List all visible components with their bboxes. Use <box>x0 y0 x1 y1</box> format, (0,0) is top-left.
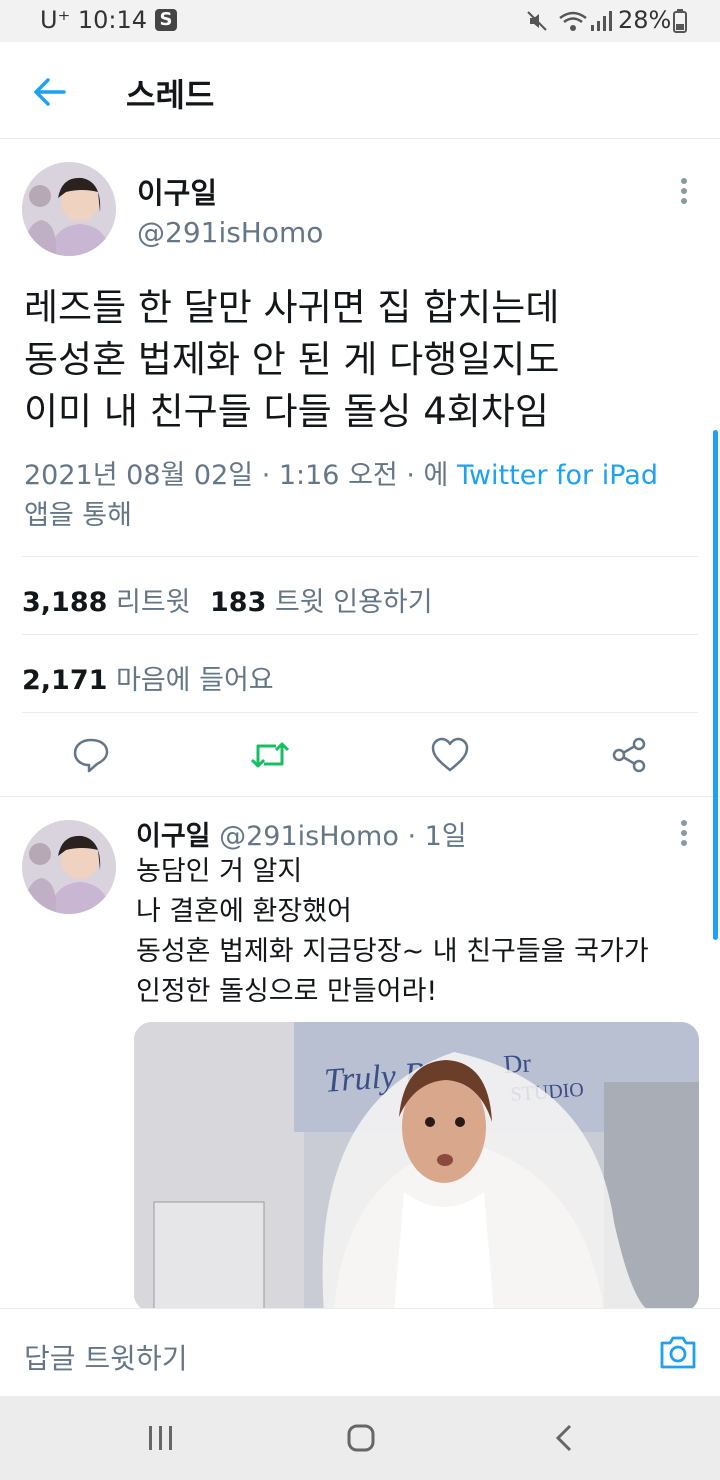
retweet-label: 리트윗 <box>116 587 191 618</box>
tweet-meta: 2021년 08월 02일 · 1:16 오전 · 에 Twitter for … <box>24 456 694 536</box>
reply-input-placeholder[interactable]: 답글 트윗하기 <box>24 1337 187 1377</box>
divider <box>0 796 720 797</box>
tweet-text: 레즈들 한 달만 사귀면 집 합치는데 동성혼 법제화 안 된 게 다행일지도 … <box>24 282 694 438</box>
app-header: 스레드 <box>0 42 720 139</box>
status-bar: U⁺ 10:14 S 28% <box>0 0 720 42</box>
divider <box>22 556 698 557</box>
more-vertical-icon[interactable] <box>676 818 692 848</box>
tweet-line: 동성혼 법제화 안 된 게 다행일지도 <box>24 338 560 381</box>
system-nav-bar <box>0 1396 720 1480</box>
like-label: 마음에 들어요 <box>116 665 274 696</box>
mute-icon <box>527 11 547 31</box>
reply-media-image[interactable]: Truly B Dr STUDIO <box>134 1022 699 1312</box>
quote-count: 183 <box>210 587 267 618</box>
tweet-timestamp: 2021년 08월 02일 · 1:16 오전 · 에 <box>24 460 457 491</box>
arrow-left-icon[interactable] <box>30 72 70 112</box>
reply-line: 농담인 거 알지 <box>136 856 303 887</box>
scrollbar[interactable] <box>713 430 718 940</box>
tweet-line: 레즈들 한 달만 사귀면 집 합치는데 <box>24 286 560 329</box>
reply-compose-bar[interactable]: 답글 트윗하기 <box>0 1308 720 1395</box>
battery-percent: 28% <box>618 6 672 34</box>
reply-avatar[interactable] <box>22 820 116 914</box>
avatar-image <box>22 820 116 914</box>
home-icon[interactable] <box>346 1424 376 1452</box>
tweet-line: 이미 내 친구들 다들 돌싱 4회차임 <box>24 390 549 433</box>
reply-header: 이구일 @291isHomo · 1일 <box>136 814 467 853</box>
avatar[interactable] <box>22 162 116 256</box>
quote-stats[interactable]: 183 트윗 인용하기 <box>210 580 433 619</box>
reply-author-name[interactable]: 이구일 <box>136 821 211 852</box>
heart-icon[interactable] <box>430 736 470 774</box>
retweet-count: 3,188 <box>22 587 108 618</box>
like-stats[interactable]: 2,171 마음에 들어요 <box>22 658 274 697</box>
author-name[interactable]: 이구일 <box>137 170 217 212</box>
source-suffix: 앱을 통해 <box>24 500 132 531</box>
camera-icon[interactable] <box>658 1333 698 1371</box>
avatar-image <box>22 162 116 256</box>
source-link[interactable]: Twitter for iPad <box>457 460 658 491</box>
bride-photo: Truly B Dr STUDIO <box>134 1022 699 1312</box>
quote-label: 트윗 인용하기 <box>274 587 433 618</box>
reply-line: 인정한 돌싱으로 만들어라! <box>136 976 438 1007</box>
author-handle[interactable]: @291isHomo <box>137 216 323 249</box>
more-vertical-icon[interactable] <box>676 176 692 206</box>
reply-line: 나 결혼에 환장했어 <box>136 896 352 927</box>
back-icon[interactable] <box>552 1424 576 1452</box>
wifi-icon <box>559 11 587 31</box>
reply-line: 동성혼 법제화 지금당장~ 내 친구들을 국가가 <box>136 936 649 967</box>
retweet-icon[interactable] <box>248 738 292 772</box>
reply-handle-time[interactable]: @291isHomo · 1일 <box>219 821 467 852</box>
app-notification-icon: S <box>155 9 177 31</box>
divider <box>22 712 698 713</box>
page-title: 스레드 <box>126 76 215 114</box>
reply-text: 농담인 거 알지 나 결혼에 환장했어 동성혼 법제화 지금당장~ 내 친구들을… <box>136 852 696 1012</box>
retweet-stats[interactable]: 3,188 리트윗 <box>22 580 191 619</box>
share-icon[interactable] <box>610 736 648 774</box>
battery-icon <box>673 9 687 33</box>
carrier-time: U⁺ 10:14 <box>40 6 148 34</box>
recents-icon[interactable] <box>146 1424 176 1452</box>
divider <box>22 634 698 635</box>
comment-icon[interactable] <box>72 736 110 774</box>
like-count: 2,171 <box>22 665 108 696</box>
signal-icon <box>591 11 612 31</box>
